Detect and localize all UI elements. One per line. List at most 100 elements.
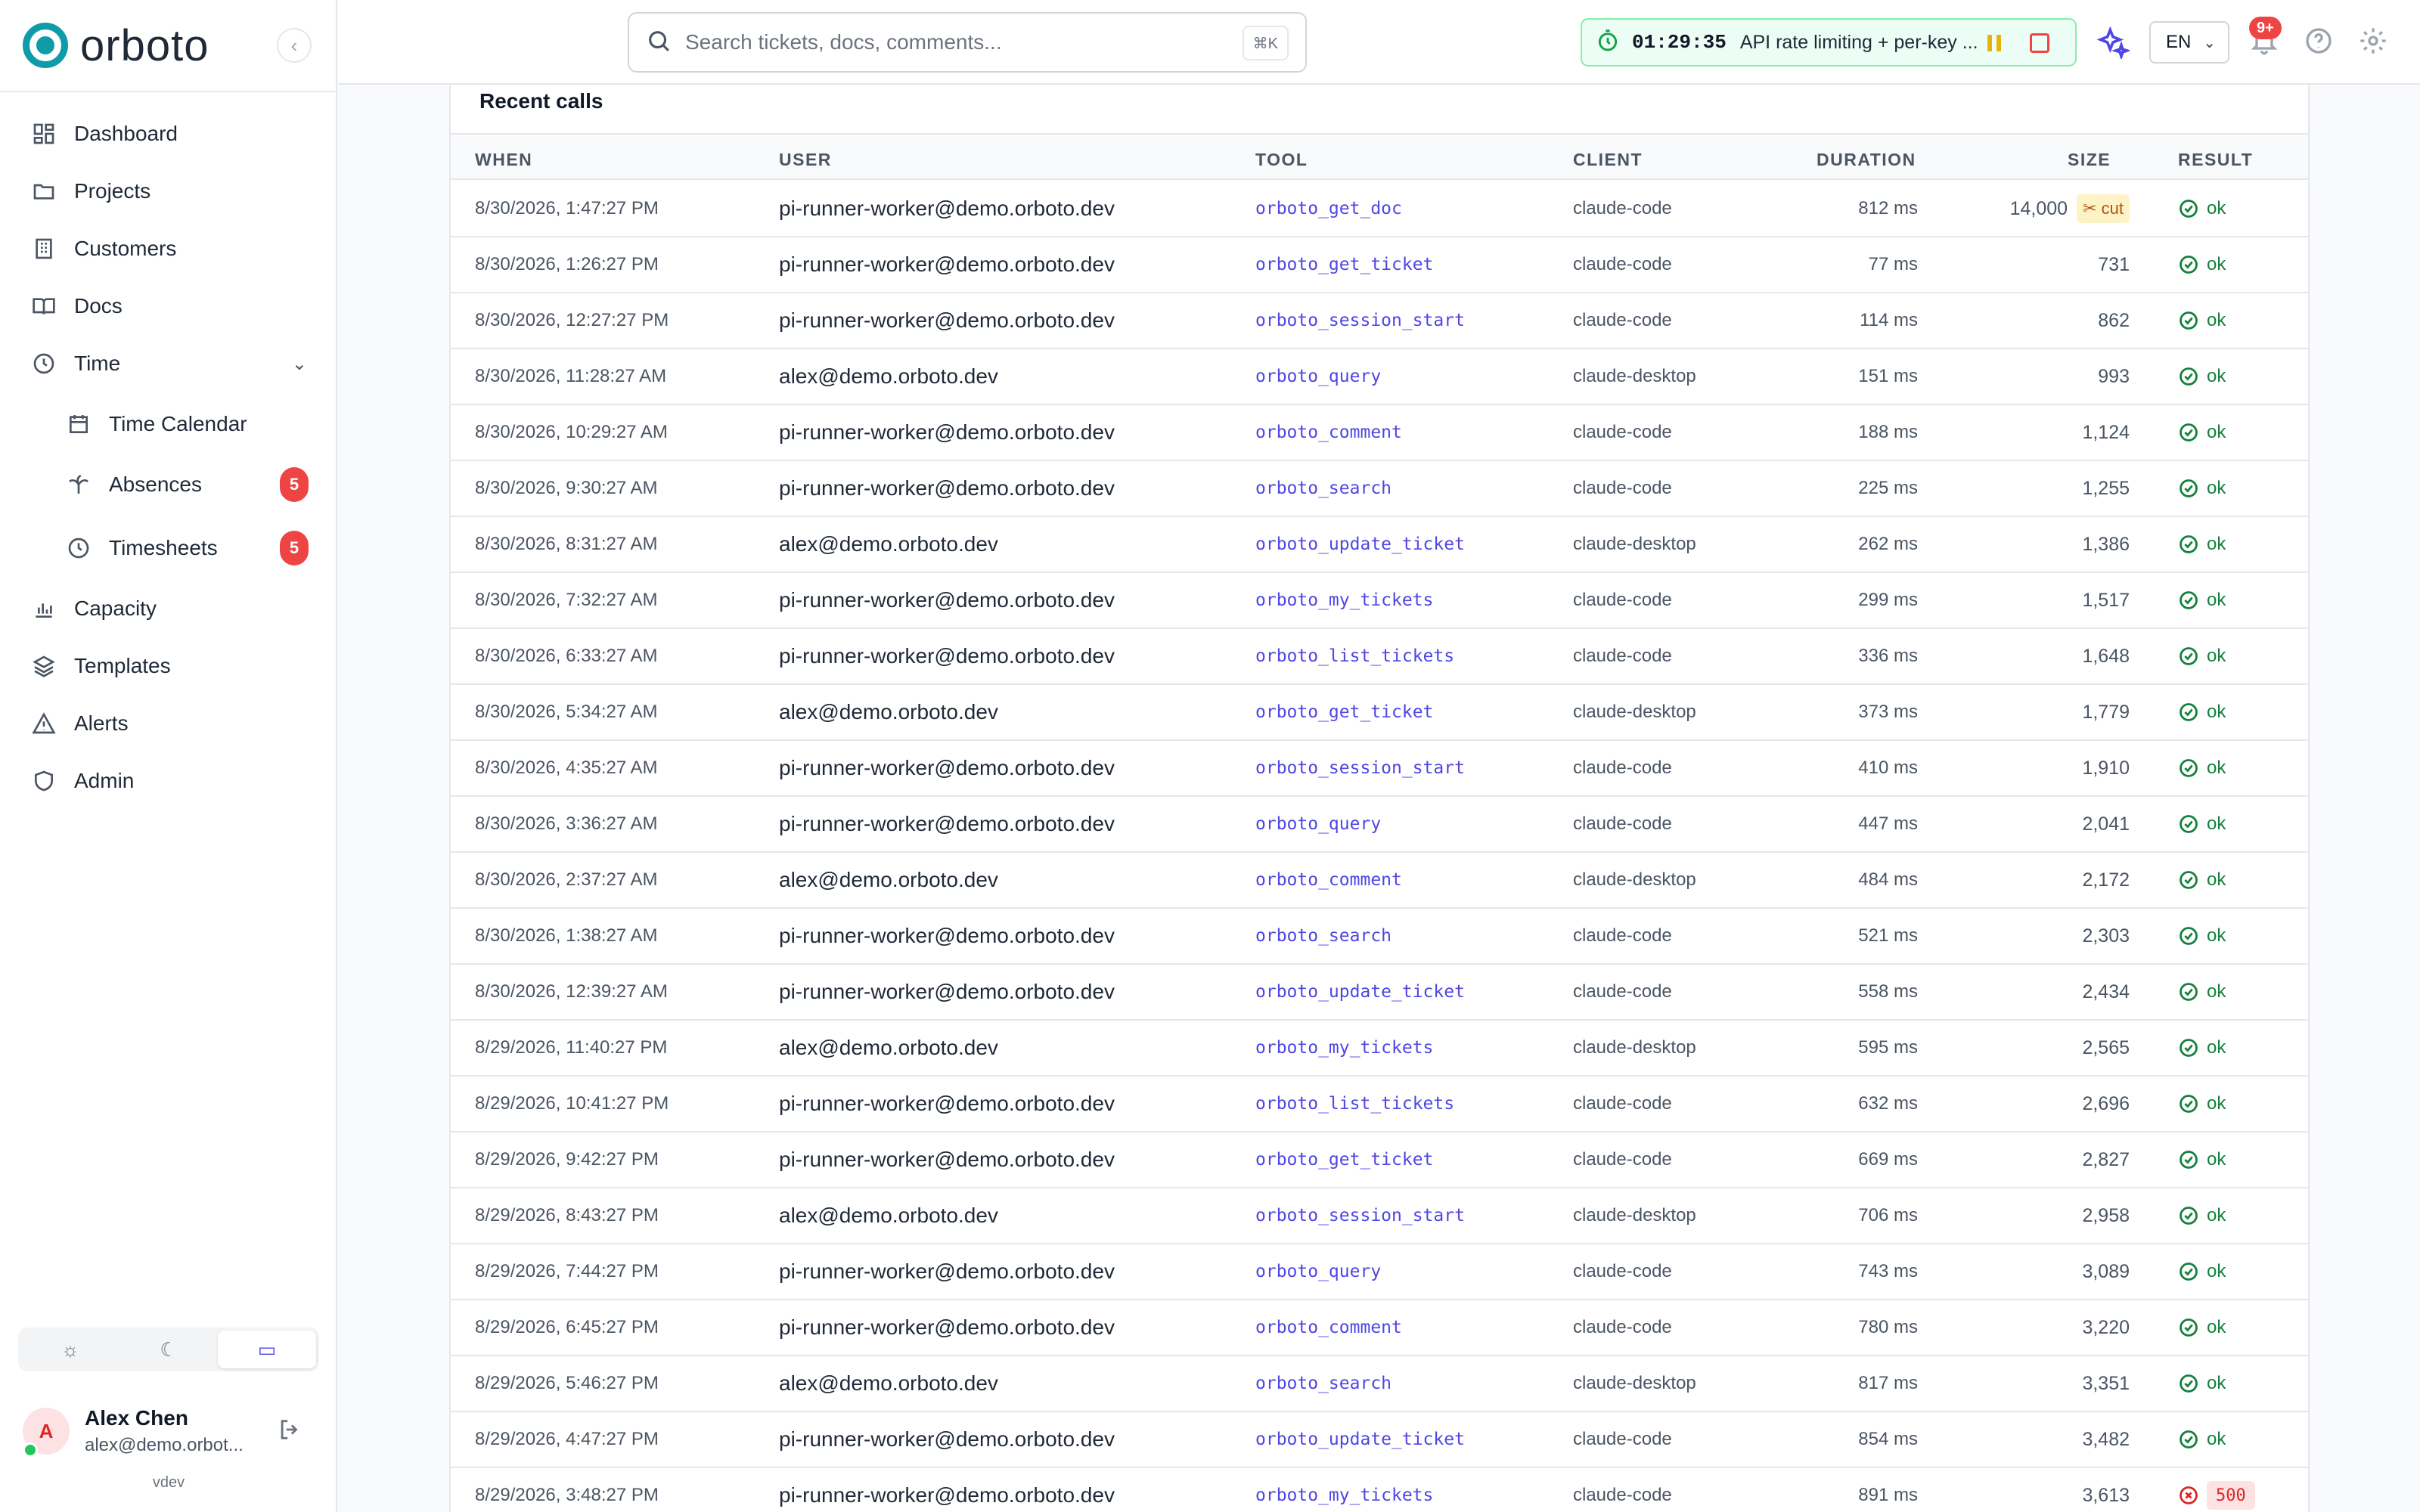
cell-result: ok <box>2178 965 2226 1019</box>
cell-tool-link[interactable]: orboto_search <box>1255 909 1392 963</box>
table-row[interactable]: 8/29/2026, 4:47:27 PM pi-runner-worker@de… <box>451 1412 2308 1468</box>
cell-tool-link[interactable]: orboto_session_start <box>1255 741 1465 795</box>
column-header-user[interactable]: USER <box>779 150 832 170</box>
column-header-when[interactable]: WHEN <box>475 150 532 170</box>
column-header-size[interactable]: SIZE <box>2068 150 2111 170</box>
help-icon[interactable] <box>2304 26 2337 59</box>
cell-duration: 706 ms <box>1858 1205 1918 1225</box>
brand-name: orboto <box>80 20 209 70</box>
cell-duration: 780 ms <box>1858 1317 1918 1337</box>
sidebar-item-capacity[interactable]: Capacity <box>18 585 319 632</box>
cell-tool-link[interactable]: orboto_session_start <box>1255 293 1465 348</box>
sidebar-item-templates[interactable]: Templates <box>18 643 319 689</box>
cell-tool-link[interactable]: orboto_get_ticket <box>1255 685 1433 739</box>
table-row[interactable]: 8/30/2026, 5:34:27 AM alex@demo.orboto.de… <box>451 685 2308 741</box>
collapse-sidebar-button[interactable]: ‹ <box>277 28 312 63</box>
table-row[interactable]: 8/29/2026, 9:42:27 PM pi-runner-worker@de… <box>451 1132 2308 1188</box>
table-row[interactable]: 8/30/2026, 6:33:27 AM pi-runner-worker@de… <box>451 629 2308 685</box>
table-row[interactable]: 8/29/2026, 5:46:27 PM alex@demo.orboto.de… <box>451 1356 2308 1412</box>
cell-tool-link[interactable]: orboto_query <box>1255 797 1381 851</box>
table-row[interactable]: 8/30/2026, 12:39:27 AM pi-runner-worker@d… <box>451 965 2308 1021</box>
cell-tool-link[interactable]: orboto_update_ticket <box>1255 1412 1465 1467</box>
sidebar-item-admin[interactable]: Admin <box>18 758 319 804</box>
table-row[interactable]: 8/30/2026, 1:47:27 PM pi-runner-worker@de… <box>451 181 2308 237</box>
logout-icon[interactable] <box>277 1417 304 1444</box>
stopwatch-icon <box>1596 29 1620 57</box>
language-select[interactable]: EN ⌄ <box>2149 21 2229 64</box>
sidebar-item-timesheets[interactable]: Timesheets 5 <box>53 525 319 572</box>
cell-client: claude-code <box>1573 1093 1672 1114</box>
table-row[interactable]: 8/30/2026, 3:36:27 AM pi-runner-worker@de… <box>451 797 2308 853</box>
table-header: WHEN USER TOOL CLIENT DURATION SIZE RESU… <box>451 133 2308 180</box>
check-circle-icon <box>2178 1261 2199 1282</box>
table-row[interactable]: 8/30/2026, 10:29:27 AM pi-runner-worker@d… <box>451 405 2308 461</box>
table-row[interactable]: 8/29/2026, 6:45:27 PM pi-runner-worker@de… <box>451 1300 2308 1356</box>
cell-size: 1,779 <box>1948 685 2130 739</box>
cell-size: 2,696 <box>1948 1077 2130 1131</box>
cell-tool-link[interactable]: orboto_my_tickets <box>1255 1468 1433 1512</box>
sidebar-item-dashboard[interactable]: Dashboard <box>18 110 319 157</box>
stop-timer-button[interactable] <box>2030 33 2049 53</box>
cell-client: claude-desktop <box>1573 366 1696 386</box>
table-row[interactable]: 8/30/2026, 8:31:27 AM alex@demo.orboto.de… <box>451 517 2308 573</box>
table-row[interactable]: 8/29/2026, 11:40:27 PM alex@demo.orboto.d… <box>451 1021 2308 1077</box>
ai-sparkles-icon[interactable] <box>2096 26 2132 61</box>
table-row[interactable]: 8/29/2026, 7:44:27 PM pi-runner-worker@de… <box>451 1244 2308 1300</box>
pause-timer-button[interactable] <box>1983 32 2006 54</box>
table-row[interactable]: 8/30/2026, 2:37:27 AM alex@demo.orboto.de… <box>451 853 2308 909</box>
table-row[interactable]: 8/30/2026, 7:32:27 AM pi-runner-worker@de… <box>451 573 2308 629</box>
cell-tool-link[interactable]: orboto_list_tickets <box>1255 1077 1454 1131</box>
column-header-client[interactable]: CLIENT <box>1573 150 1643 170</box>
sidebar-item-time[interactable]: Time ⌄ <box>18 340 319 387</box>
cell-tool-link[interactable]: orboto_comment <box>1255 405 1402 460</box>
column-header-tool[interactable]: TOOL <box>1255 150 1308 170</box>
cell-tool-link[interactable]: orboto_comment <box>1255 1300 1402 1355</box>
sidebar-item-customers[interactable]: Customers <box>18 225 319 272</box>
cell-duration: 743 ms <box>1858 1261 1918 1281</box>
cell-tool-link[interactable]: orboto_session_start <box>1255 1188 1465 1243</box>
size-value: 1,124 <box>2082 421 2130 443</box>
table-row[interactable]: 8/30/2026, 1:38:27 AM pi-runner-worker@de… <box>451 909 2308 965</box>
cell-tool-link[interactable]: orboto_my_tickets <box>1255 1021 1433 1075</box>
theme-system-button[interactable]: ▭ <box>218 1331 316 1368</box>
table-row[interactable]: 8/30/2026, 4:35:27 AM pi-runner-worker@de… <box>451 741 2308 797</box>
cell-tool-link[interactable]: orboto_get_ticket <box>1255 237 1433 292</box>
cell-tool-link[interactable]: orboto_list_tickets <box>1255 629 1454 683</box>
sidebar-item-absences[interactable]: Absences 5 <box>53 461 319 508</box>
cell-tool-link[interactable]: orboto_update_ticket <box>1255 517 1465 572</box>
sidebar-item-projects[interactable]: Projects <box>18 168 319 215</box>
cell-tool-link[interactable]: orboto_comment <box>1255 853 1402 907</box>
theme-dark-button[interactable]: ☾ <box>119 1331 218 1368</box>
search-input[interactable]: Search tickets, docs, comments... ⌘K <box>628 12 1307 73</box>
user-profile[interactable]: A Alex Chen alex@demo.orbot... <box>23 1406 318 1467</box>
table-row[interactable]: 8/29/2026, 10:41:27 PM pi-runner-worker@d… <box>451 1077 2308 1132</box>
table-row[interactable]: 8/30/2026, 11:28:27 AM alex@demo.orboto.d… <box>451 349 2308 405</box>
table-row[interactable]: 8/30/2026, 1:26:27 PM pi-runner-worker@de… <box>451 237 2308 293</box>
result-ok: ok <box>2207 869 2226 890</box>
cell-tool-link[interactable]: orboto_update_ticket <box>1255 965 1465 1019</box>
sidebar-item-alerts[interactable]: Alerts <box>18 700 319 747</box>
table-row[interactable]: 8/30/2026, 12:27:27 PM pi-runner-worker@d… <box>451 293 2308 349</box>
sidebar-item-docs[interactable]: Docs <box>18 283 319 330</box>
cell-tool-link[interactable]: orboto_my_tickets <box>1255 573 1433 627</box>
sidebar-item-label: Time <box>74 352 121 375</box>
running-timer[interactable]: 01:29:35 API rate limiting + per-key ... <box>1581 18 2077 67</box>
cell-result: ok <box>2178 1132 2226 1187</box>
cell-tool-link[interactable]: orboto_get_doc <box>1255 181 1402 236</box>
table-row[interactable]: 8/29/2026, 8:43:27 PM alex@demo.orboto.de… <box>451 1188 2308 1244</box>
cell-tool-link[interactable]: orboto_search <box>1255 1356 1392 1411</box>
cell-tool-link[interactable]: orboto_query <box>1255 349 1381 404</box>
column-header-result[interactable]: RESULT <box>2178 150 2253 170</box>
cell-result: ok <box>2178 1077 2226 1131</box>
check-circle-icon <box>2178 813 2199 835</box>
brand-logo[interactable]: orboto <box>23 21 209 70</box>
settings-gear-icon[interactable] <box>2358 26 2391 59</box>
table-row[interactable]: 8/29/2026, 3:48:27 PM pi-runner-worker@de… <box>451 1468 2308 1512</box>
sidebar-item-time-calendar[interactable]: Time Calendar <box>53 401 319 448</box>
cell-tool-link[interactable]: orboto_query <box>1255 1244 1381 1299</box>
theme-light-button[interactable]: ☼ <box>21 1331 119 1368</box>
cell-tool-link[interactable]: orboto_search <box>1255 461 1392 516</box>
column-header-duration[interactable]: DURATION <box>1817 150 1916 170</box>
table-row[interactable]: 8/30/2026, 9:30:27 AM pi-runner-worker@de… <box>451 461 2308 517</box>
cell-tool-link[interactable]: orboto_get_ticket <box>1255 1132 1433 1187</box>
